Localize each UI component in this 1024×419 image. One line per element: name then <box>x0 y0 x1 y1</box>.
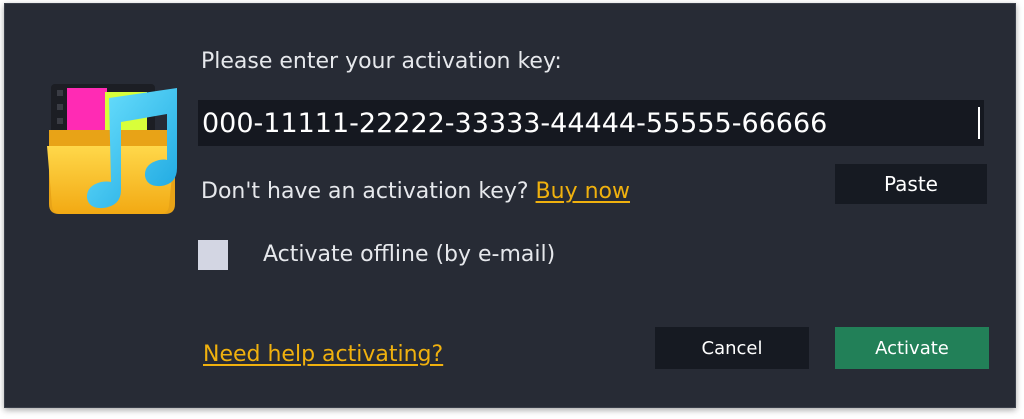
cancel-button[interactable]: Cancel <box>655 327 809 369</box>
activate-button[interactable]: Activate <box>835 327 989 369</box>
activate-offline-label[interactable]: Activate offline (by e-mail) <box>263 240 555 270</box>
text-cursor <box>978 107 980 139</box>
activation-key-input[interactable] <box>198 100 984 146</box>
need-help-link[interactable]: Need help activating? <box>203 341 443 369</box>
no-key-text: Don't have an activation key? <box>201 179 529 204</box>
activate-offline-checkbox[interactable] <box>198 240 228 270</box>
activation-dialog: Please enter your activation key: Don't … <box>4 3 1016 408</box>
music-folder-icon <box>47 84 177 214</box>
key-prompt-label: Please enter your activation key: <box>201 49 562 74</box>
paste-button[interactable]: Paste <box>835 164 987 204</box>
buy-now-link[interactable]: Buy now <box>536 179 630 204</box>
no-key-line: Don't have an activation key? Buy now <box>201 178 630 206</box>
